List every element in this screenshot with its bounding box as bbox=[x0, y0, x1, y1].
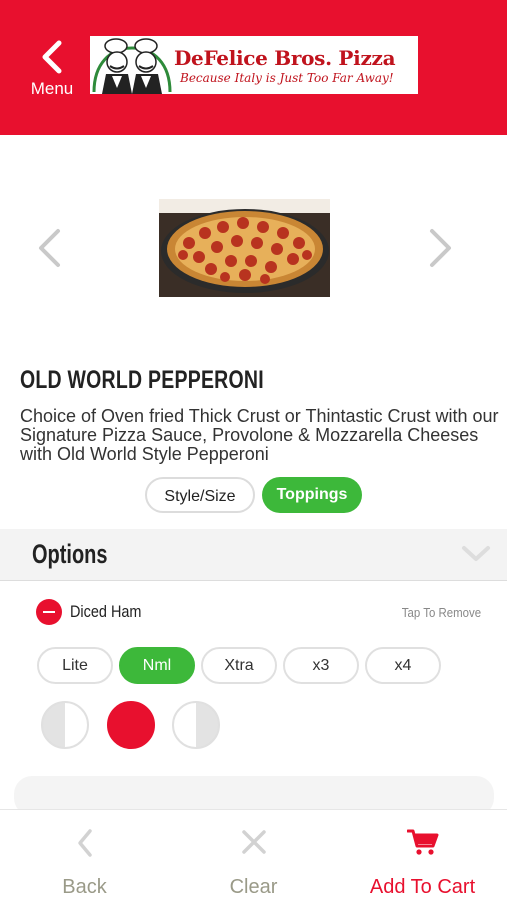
topping-name: Diced Ham bbox=[70, 602, 142, 621]
item-title: OLD WORLD PEPPERONI bbox=[20, 366, 264, 394]
previous-image-button[interactable] bbox=[36, 228, 62, 272]
amount-lite-button[interactable]: Lite bbox=[37, 647, 113, 684]
tap-to-remove-hint: Tap To Remove bbox=[401, 605, 481, 620]
close-icon bbox=[241, 830, 266, 854]
tab-toppings[interactable]: Toppings bbox=[262, 477, 362, 513]
next-image-button[interactable] bbox=[428, 228, 454, 272]
options-section-header[interactable]: Options bbox=[0, 529, 507, 581]
restaurant-logo: DeFelice Bros. Pizza Because Italy is Ju… bbox=[90, 36, 418, 94]
chevron-left-icon bbox=[77, 829, 92, 857]
chevron-down-icon bbox=[462, 546, 490, 561]
item-description: Choice of Oven fried Thick Crust or Thin… bbox=[20, 406, 499, 464]
logo-tagline: Because Italy is Just Too Far Away! bbox=[180, 71, 394, 85]
logo-title: DeFelice Bros. Pizza bbox=[174, 46, 396, 70]
whole-placement-icon[interactable] bbox=[107, 701, 155, 749]
clear-label: Clear bbox=[229, 876, 278, 898]
amount-x3-button[interactable]: x3 bbox=[283, 647, 359, 684]
menu-label: Menu bbox=[30, 79, 74, 98]
clear-button[interactable]: Clear bbox=[169, 810, 338, 901]
amount-x4-button[interactable]: x4 bbox=[365, 647, 441, 684]
chevron-right-icon bbox=[430, 229, 451, 267]
add-to-cart-label: Add To Cart bbox=[369, 876, 476, 898]
chefs-logo-icon bbox=[92, 38, 172, 94]
amount-normal-button[interactable]: Nml bbox=[119, 647, 195, 684]
menu-back-button[interactable]: Menu bbox=[22, 38, 82, 106]
chevron-left-icon bbox=[39, 229, 60, 267]
right-half-placement-icon[interactable] bbox=[172, 701, 220, 749]
options-title: Options bbox=[32, 539, 108, 569]
amount-extra-button[interactable]: Xtra bbox=[201, 647, 277, 684]
add-to-cart-button[interactable]: Add To Cart bbox=[338, 810, 507, 901]
left-half-placement-icon[interactable] bbox=[41, 701, 89, 749]
bottom-action-bar: Back Clear Add To Cart bbox=[0, 809, 507, 901]
app-header: Menu DeFelice Bros. Pizza Because Italy … bbox=[0, 0, 507, 135]
back-button[interactable]: Back bbox=[0, 810, 169, 901]
tab-style-size[interactable]: Style/Size bbox=[145, 477, 255, 513]
pizza-photo bbox=[159, 199, 330, 297]
chevron-left-icon bbox=[42, 40, 62, 74]
topping-row[interactable]: Diced Ham Tap To Remove bbox=[0, 596, 507, 632]
remove-icon[interactable] bbox=[36, 599, 62, 625]
shopping-cart-icon bbox=[406, 829, 438, 855]
back-label: Back bbox=[62, 876, 107, 898]
